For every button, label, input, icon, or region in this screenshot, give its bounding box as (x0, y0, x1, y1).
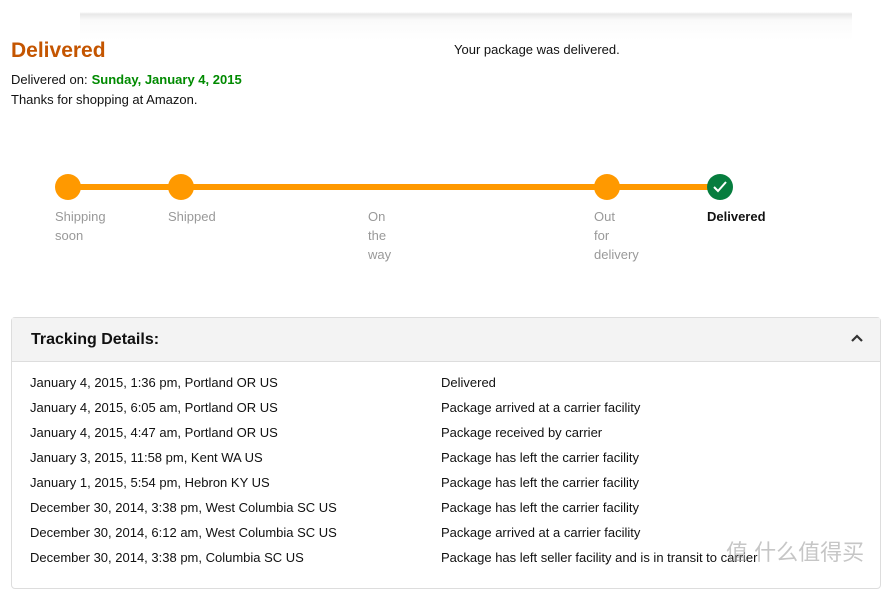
step-label: Shipping soon (55, 209, 106, 243)
row-event: Package arrived at a carrier facility (441, 525, 641, 540)
tracking-header[interactable]: Tracking Details: (12, 318, 880, 362)
table-row: January 4, 2015, 4:47 am, Portland OR US… (30, 425, 602, 445)
step-dot-shipping-soon (55, 174, 81, 200)
row-time-location: December 30, 2014, 3:38 pm, West Columbi… (30, 500, 337, 515)
thanks-text: Thanks for shopping at Amazon. (11, 92, 198, 107)
status-message: Your package was delivered. (454, 42, 620, 57)
table-row: December 30, 2014, 6:12 am, West Columbi… (30, 525, 640, 545)
row-time-location: December 30, 2014, 6:12 am, West Columbi… (30, 525, 337, 540)
delivered-date: Sunday, January 4, 2015 (91, 72, 242, 87)
row-time-location: January 4, 2015, 6:05 am, Portland OR US (30, 400, 278, 415)
table-row: January 3, 2015, 11:58 pm, Kent WA US Pac… (30, 450, 639, 470)
row-time-location: January 3, 2015, 11:58 pm, Kent WA US (30, 450, 263, 465)
row-time-location: January 4, 2015, 4:47 am, Portland OR US (30, 425, 278, 440)
row-event: Package has left seller facility and is … (441, 550, 758, 565)
step-dot-shipped (168, 174, 194, 200)
row-event: Package has left the carrier facility (441, 450, 639, 465)
step-label: Shipped (168, 209, 216, 224)
table-row: December 30, 2014, 3:38 pm, Columbia SC … (30, 550, 757, 570)
tracking-title: Tracking Details: (31, 331, 160, 348)
step-label: On the way (368, 209, 392, 262)
row-time-location: December 30, 2014, 3:38 pm, Columbia SC … (30, 550, 304, 565)
row-event: Package received by carrier (441, 425, 603, 440)
chevron-up-icon[interactable] (850, 333, 864, 343)
row-event: Package arrived at a carrier facility (441, 400, 641, 415)
delivered-on-label: Delivered on: (11, 72, 88, 87)
step-label: Out for delivery (594, 209, 639, 262)
table-row: January 4, 2015, 1:36 pm, Portland OR US… (30, 375, 496, 395)
row-time-location: January 4, 2015, 1:36 pm, Portland OR US (30, 375, 278, 390)
row-event: Delivered (441, 375, 496, 390)
table-row: January 4, 2015, 6:05 am, Portland OR US… (30, 400, 640, 420)
watermark-logo: 值 什么值得买 (726, 540, 865, 565)
step-label-current: Delivered (707, 209, 766, 224)
table-row: January 1, 2015, 5:54 pm, Hebron KY US Pa… (30, 475, 639, 495)
table-row: December 30, 2014, 3:38 pm, West Columbi… (30, 500, 639, 520)
progress-track (68, 184, 720, 190)
row-event: Package has left the carrier facility (441, 475, 639, 490)
page-title: Delivered (11, 39, 106, 62)
check-icon (707, 174, 733, 200)
top-shadow (80, 0, 852, 40)
step-dot-out-for-delivery (594, 174, 620, 200)
row-event: Package has left the carrier facility (441, 500, 639, 515)
delivered-on: Delivered on: Sunday, January 4, 2015 (11, 72, 242, 87)
row-time-location: January 1, 2015, 5:54 pm, Hebron KY US (30, 475, 270, 490)
